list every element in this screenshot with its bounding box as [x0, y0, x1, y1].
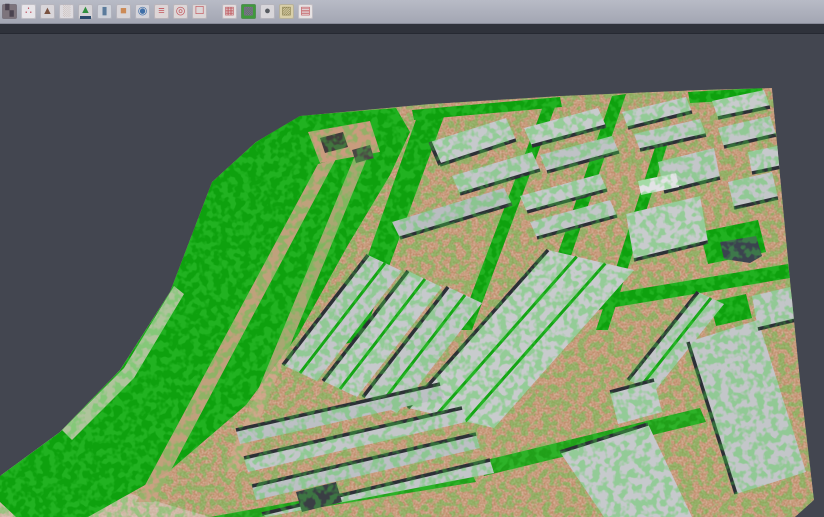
vegetation-speckle	[0, 60, 824, 517]
toolbar: ▚ ∴ ▲ ░ ▲ ▮ ■ ◉ ≡ ◎ ☐ ▦ ▩ ● ▨ ▤	[0, 0, 824, 24]
pan-tool-icon[interactable]: ▚	[2, 4, 17, 19]
attribute-table-icon[interactable]: ≡	[154, 4, 169, 19]
orthophoto-icon[interactable]: ■	[116, 4, 131, 19]
terrain-model-icon[interactable]: ▲	[40, 4, 55, 19]
markers-icon[interactable]: ∴	[21, 4, 36, 19]
dem-icon[interactable]: ▲	[78, 4, 93, 19]
toolbar-viewport-separator	[0, 24, 824, 34]
classified-pointcloud-scene	[0, 0, 824, 517]
classification-map-icon[interactable]: ▩	[241, 4, 256, 19]
application-window: { "app": { "viewport_background": "#4346…	[0, 0, 824, 517]
dark-sphere-icon[interactable]: ●	[260, 4, 275, 19]
toolbar-group-separator	[211, 4, 218, 19]
layers-icon[interactable]: ▤	[298, 4, 313, 19]
viewport-3d[interactable]	[0, 0, 824, 517]
target-icon[interactable]: ◎	[173, 4, 188, 19]
selection-box-icon[interactable]: ☐	[192, 4, 207, 19]
globe-icon[interactable]: ◉	[135, 4, 150, 19]
sparse-cloud-icon[interactable]: ░	[59, 4, 74, 19]
tie-points-icon[interactable]: ▨	[279, 4, 294, 19]
column-icon[interactable]: ▮	[97, 4, 112, 19]
raster-grid-icon[interactable]: ▦	[222, 4, 237, 19]
